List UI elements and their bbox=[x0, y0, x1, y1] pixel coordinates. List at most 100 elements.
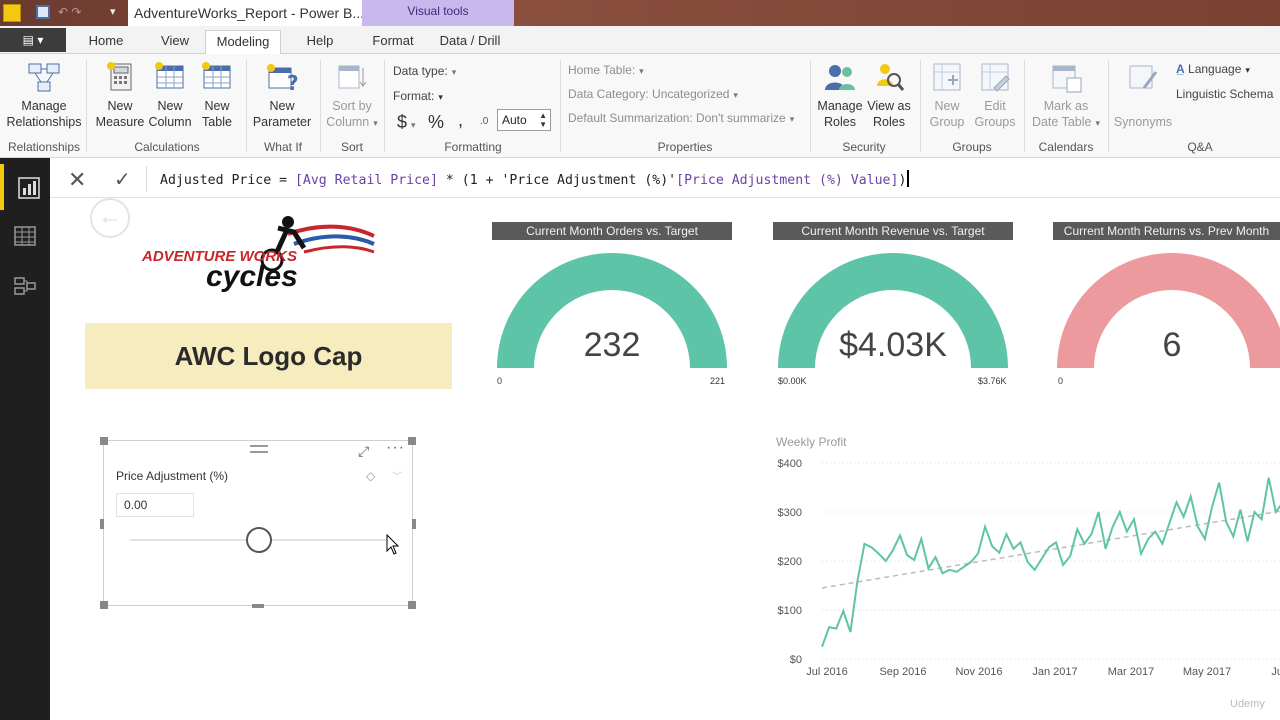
back-arrow-icon[interactable]: ← bbox=[90, 198, 130, 238]
tab-help[interactable]: Help bbox=[295, 30, 345, 54]
group-label-qa: Q&A bbox=[1187, 140, 1213, 154]
awc-logo-cap-card[interactable]: AWC Logo Cap bbox=[85, 323, 452, 389]
powerbi-app-icon[interactable] bbox=[3, 4, 21, 22]
commit-formula-icon[interactable]: ✓ bbox=[114, 167, 131, 192]
y-tick-label: $100 bbox=[778, 605, 802, 617]
tab-data-drill[interactable]: Data / Drill bbox=[432, 30, 508, 54]
relationships-icon bbox=[28, 63, 60, 92]
y-tick-label: $400 bbox=[778, 458, 802, 470]
sort-by-column-button[interactable]: Sort by Column ▾ bbox=[324, 60, 380, 131]
more-options-icon[interactable]: ··· bbox=[386, 439, 405, 457]
edit-groups-icon bbox=[981, 63, 1010, 92]
file-menu-button[interactable]: ▤ ▾ bbox=[0, 28, 66, 52]
date-table-icon bbox=[1052, 65, 1082, 93]
comma-format-button[interactable]: , bbox=[458, 110, 463, 131]
mark-as-date-table-button[interactable]: Mark as Date Table ▾ bbox=[1028, 60, 1104, 131]
tab-format[interactable]: Format bbox=[362, 30, 424, 54]
decimal-places-icon[interactable]: .0 bbox=[480, 116, 488, 127]
chevron-down-icon[interactable]: ﹀ bbox=[392, 468, 402, 483]
tab-modeling[interactable]: Modeling bbox=[205, 30, 281, 55]
currency-format-button[interactable]: $ ▾ bbox=[397, 112, 416, 133]
left-navigation bbox=[0, 158, 50, 720]
data-view-button[interactable] bbox=[0, 212, 50, 258]
logo-text-cycles: cycles bbox=[206, 260, 298, 292]
roles-icon bbox=[825, 65, 855, 90]
gauge-value-returns: 6 bbox=[1162, 326, 1182, 364]
new-column-button[interactable]: New Column bbox=[146, 60, 194, 130]
formula-input[interactable]: Adjusted Price = [Avg Retail Price] * (1… bbox=[160, 170, 910, 188]
data-type-dropdown[interactable]: Data type: ▾ bbox=[393, 64, 456, 78]
linguistic-schema-button[interactable]: Linguistic Schema bbox=[1176, 87, 1273, 101]
new-parameter-button[interactable]: ? New Parameter bbox=[250, 60, 314, 130]
price-adjustment-slicer[interactable]: ⤢ ··· Price Adjustment (%) ◇ ﹀ 0.00 bbox=[100, 437, 416, 609]
table-grid-icon bbox=[14, 226, 36, 246]
mouse-pointer-icon bbox=[386, 534, 400, 555]
cancel-formula-icon[interactable]: ✕ bbox=[68, 167, 86, 193]
group-label-groups: Groups bbox=[952, 140, 992, 154]
home-table-dropdown[interactable]: Home Table: ▾ bbox=[568, 63, 644, 77]
chart-title: Weekly Profit bbox=[776, 435, 847, 449]
language-icon: A̲ bbox=[1176, 62, 1185, 76]
group-label-properties: Properties bbox=[657, 140, 713, 154]
ribbon-tabs: ▤ ▾ Home View Modeling Help Format Data … bbox=[0, 26, 1280, 55]
resize-handle[interactable] bbox=[100, 437, 108, 445]
x-tick-label: Jul 2 bbox=[1271, 666, 1280, 678]
decimal-spinner-icon[interactable]: ▲ ▼ bbox=[539, 111, 547, 129]
tab-view[interactable]: View bbox=[150, 30, 200, 54]
new-measure-button[interactable]: New Measure bbox=[94, 60, 146, 130]
resize-handle[interactable] bbox=[408, 601, 416, 609]
report-view-button[interactable] bbox=[0, 164, 50, 210]
slider-thumb[interactable] bbox=[246, 527, 272, 553]
percent-format-button[interactable]: % bbox=[428, 112, 444, 133]
x-tick-label: Sep 2016 bbox=[879, 666, 926, 678]
edit-groups-button[interactable]: Edit Groups bbox=[972, 60, 1018, 130]
weekly-profit-chart[interactable]: Weekly Profit $400 $300 $200 $100 $0 Jul 201… bbox=[770, 432, 1280, 682]
group-label-sort: Sort bbox=[340, 140, 363, 154]
manage-relationships-button[interactable]: Manage Relationships bbox=[6, 60, 82, 130]
focus-mode-icon[interactable]: ⤢ bbox=[358, 443, 369, 460]
y-tick-label: $200 bbox=[778, 556, 802, 568]
new-table-button[interactable]: New Table bbox=[196, 60, 238, 130]
trend-line bbox=[821, 510, 1280, 589]
group-label-calculations: Calculations bbox=[134, 140, 200, 154]
new-table-icon bbox=[202, 62, 231, 89]
slicer-value-input[interactable]: 0.00 bbox=[116, 493, 194, 517]
data-category-dropdown[interactable]: Data Category: Uncategorized ▾ bbox=[568, 87, 738, 101]
new-group-icon bbox=[933, 63, 961, 91]
resize-handle[interactable] bbox=[412, 519, 416, 529]
save-icon[interactable] bbox=[36, 5, 50, 19]
clear-selection-icon[interactable]: ◇ bbox=[366, 469, 375, 483]
quick-access-dropdown-icon[interactable]: ▾ bbox=[110, 5, 116, 18]
synonyms-button[interactable]: Synonyms bbox=[1112, 60, 1174, 130]
resize-handle[interactable] bbox=[252, 604, 264, 608]
tab-home[interactable]: Home bbox=[78, 30, 134, 54]
language-dropdown[interactable]: A̲ Language ▾ bbox=[1176, 62, 1250, 76]
y-tick-label: $0 bbox=[790, 654, 802, 666]
manage-roles-button[interactable]: Manage Roles bbox=[814, 60, 866, 130]
resize-handle[interactable] bbox=[408, 437, 416, 445]
sort-icon bbox=[338, 65, 367, 89]
x-tick-label: Nov 2016 bbox=[955, 666, 1002, 678]
default-summarization-dropdown[interactable]: Default Summarization: Don't summarize ▾ bbox=[568, 111, 794, 125]
gauge-min-revenue: $0.00K bbox=[778, 376, 807, 386]
ribbon: Manage Relationships Relationships New M… bbox=[0, 54, 1280, 158]
gauge-min-returns: 0 bbox=[1058, 376, 1064, 386]
format-dropdown[interactable]: Format: ▾ bbox=[393, 89, 443, 103]
view-as-roles-button[interactable]: View as Roles bbox=[866, 60, 912, 130]
drag-grip-icon[interactable] bbox=[250, 445, 268, 453]
gauge-value-orders: 232 bbox=[583, 326, 641, 364]
new-column-icon bbox=[155, 62, 184, 89]
relationships-view-button[interactable] bbox=[0, 262, 50, 308]
decimal-places-input[interactable]: Auto ▲ ▼ bbox=[497, 109, 551, 131]
new-group-button[interactable]: New Group bbox=[926, 60, 968, 130]
x-tick-label: Jul 2016 bbox=[806, 666, 848, 678]
udemy-watermark: Udemy bbox=[1230, 698, 1265, 710]
gauge-title-returns: Current Month Returns vs. Prev Month bbox=[1053, 222, 1280, 240]
parameter-icon: ? bbox=[267, 64, 299, 94]
group-label-formatting: Formatting bbox=[444, 140, 502, 154]
svg-text:?: ? bbox=[287, 71, 299, 94]
resize-handle[interactable] bbox=[100, 519, 104, 529]
resize-handle[interactable] bbox=[100, 601, 108, 609]
undo-redo-icon[interactable]: ↶ ↷ bbox=[58, 5, 81, 19]
group-label-relationships: Relationships bbox=[7, 140, 81, 154]
